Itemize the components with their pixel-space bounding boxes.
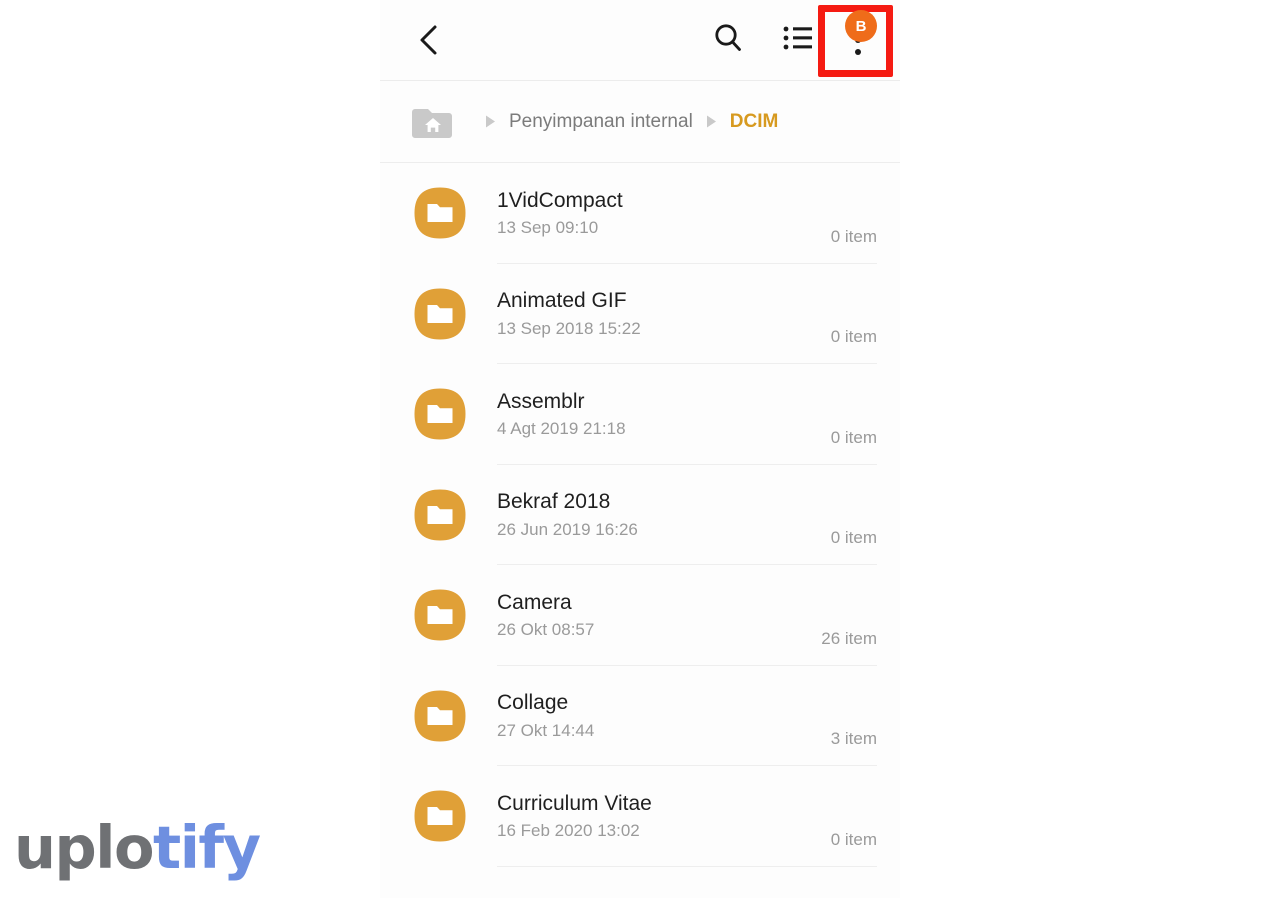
folder-modified-date: 13 Sep 09:10 xyxy=(497,218,599,238)
file-manager-screen: Penyimpanan internal DCIM 1VidCompact 13 … xyxy=(380,0,900,898)
breadcrumb-item-storage[interactable]: Penyimpanan internal xyxy=(509,111,693,133)
folder-name: Bekraf 2018 xyxy=(497,490,611,514)
breadcrumb: Penyimpanan internal DCIM xyxy=(380,81,900,163)
folder-item-count: 0 item xyxy=(830,226,877,246)
folder-name: Camera xyxy=(497,590,572,614)
step-badge: B xyxy=(845,10,877,42)
watermark-logo: uplotify xyxy=(14,818,261,877)
breadcrumb-item-dcim[interactable]: DCIM xyxy=(730,111,779,133)
folder-icon xyxy=(413,588,467,642)
search-button[interactable] xyxy=(702,14,754,66)
breadcrumb-separator xyxy=(705,114,718,129)
search-icon xyxy=(712,22,744,59)
row-divider xyxy=(497,865,877,867)
folder-icon xyxy=(413,387,467,441)
folder-row[interactable]: Camera 26 Okt 08:57 26 item xyxy=(380,565,900,666)
folder-icon xyxy=(413,186,467,240)
folder-name: Assemblr xyxy=(497,389,585,413)
folder-icon xyxy=(413,689,467,743)
folder-row-text: Curriculum Vitae 16 Feb 2020 13:02 xyxy=(497,792,831,841)
view-mode-button[interactable] xyxy=(772,14,824,66)
folder-modified-date: 26 Jun 2019 16:26 xyxy=(497,519,638,539)
folder-row-text: 1VidCompact 13 Sep 09:10 xyxy=(497,189,831,238)
folder-name: Collage xyxy=(497,691,569,715)
folder-row[interactable]: Animated GIF 13 Sep 2018 15:22 0 item xyxy=(380,264,900,364)
folder-row[interactable]: Collage 27 Okt 14:44 3 item xyxy=(380,666,900,766)
watermark-part-a: uplo xyxy=(14,813,155,882)
folder-icon xyxy=(413,488,467,542)
list-view-icon xyxy=(783,25,813,56)
app-bar xyxy=(380,0,900,81)
folder-row-text: Collage 27 Okt 14:44 xyxy=(497,691,831,740)
watermark-part-b: tify xyxy=(153,813,261,882)
folder-icon xyxy=(413,789,467,843)
folder-row[interactable]: Bekraf 2018 26 Jun 2019 16:26 0 item xyxy=(380,465,900,565)
breadcrumb-separator xyxy=(484,114,497,129)
folder-list: 1VidCompact 13 Sep 09:10 0 item Animated GI… xyxy=(380,163,900,867)
folder-item-count: 0 item xyxy=(830,528,877,547)
home-folder-icon[interactable] xyxy=(412,105,454,139)
back-button[interactable] xyxy=(403,14,455,66)
folder-row[interactable]: 1VidCompact 13 Sep 09:10 0 item xyxy=(380,163,900,264)
folder-row-text: Assemblr 4 Agt 2019 21:18 xyxy=(497,390,831,439)
folder-item-count: 0 item xyxy=(830,327,877,346)
folder-item-count: 0 item xyxy=(830,829,877,849)
folder-modified-date: 13 Sep 2018 15:22 xyxy=(497,318,641,338)
folder-item-count: 26 item xyxy=(821,628,877,648)
folder-icon xyxy=(413,287,467,341)
folder-modified-date: 16 Feb 2020 13:02 xyxy=(497,821,640,841)
folder-row-text: Animated GIF 13 Sep 2018 15:22 xyxy=(497,289,831,338)
folder-modified-date: 4 Agt 2019 21:18 xyxy=(497,419,626,439)
folder-name: 1VidCompact xyxy=(497,188,623,212)
folder-item-count: 3 item xyxy=(830,729,877,748)
folder-row[interactable]: Curriculum Vitae 16 Feb 2020 13:02 0 item xyxy=(380,766,900,867)
folder-modified-date: 27 Okt 14:44 xyxy=(497,720,595,740)
chevron-left-icon xyxy=(417,23,441,57)
folder-row-text: Bekraf 2018 26 Jun 2019 16:26 xyxy=(497,490,831,539)
folder-modified-date: 26 Okt 08:57 xyxy=(497,620,595,640)
folder-row-text: Camera 26 Okt 08:57 xyxy=(497,591,821,640)
folder-item-count: 0 item xyxy=(830,427,877,447)
folder-name: Animated GIF xyxy=(497,289,627,313)
folder-row[interactable]: Assemblr 4 Agt 2019 21:18 0 item xyxy=(380,364,900,465)
folder-name: Curriculum Vitae xyxy=(497,791,652,815)
